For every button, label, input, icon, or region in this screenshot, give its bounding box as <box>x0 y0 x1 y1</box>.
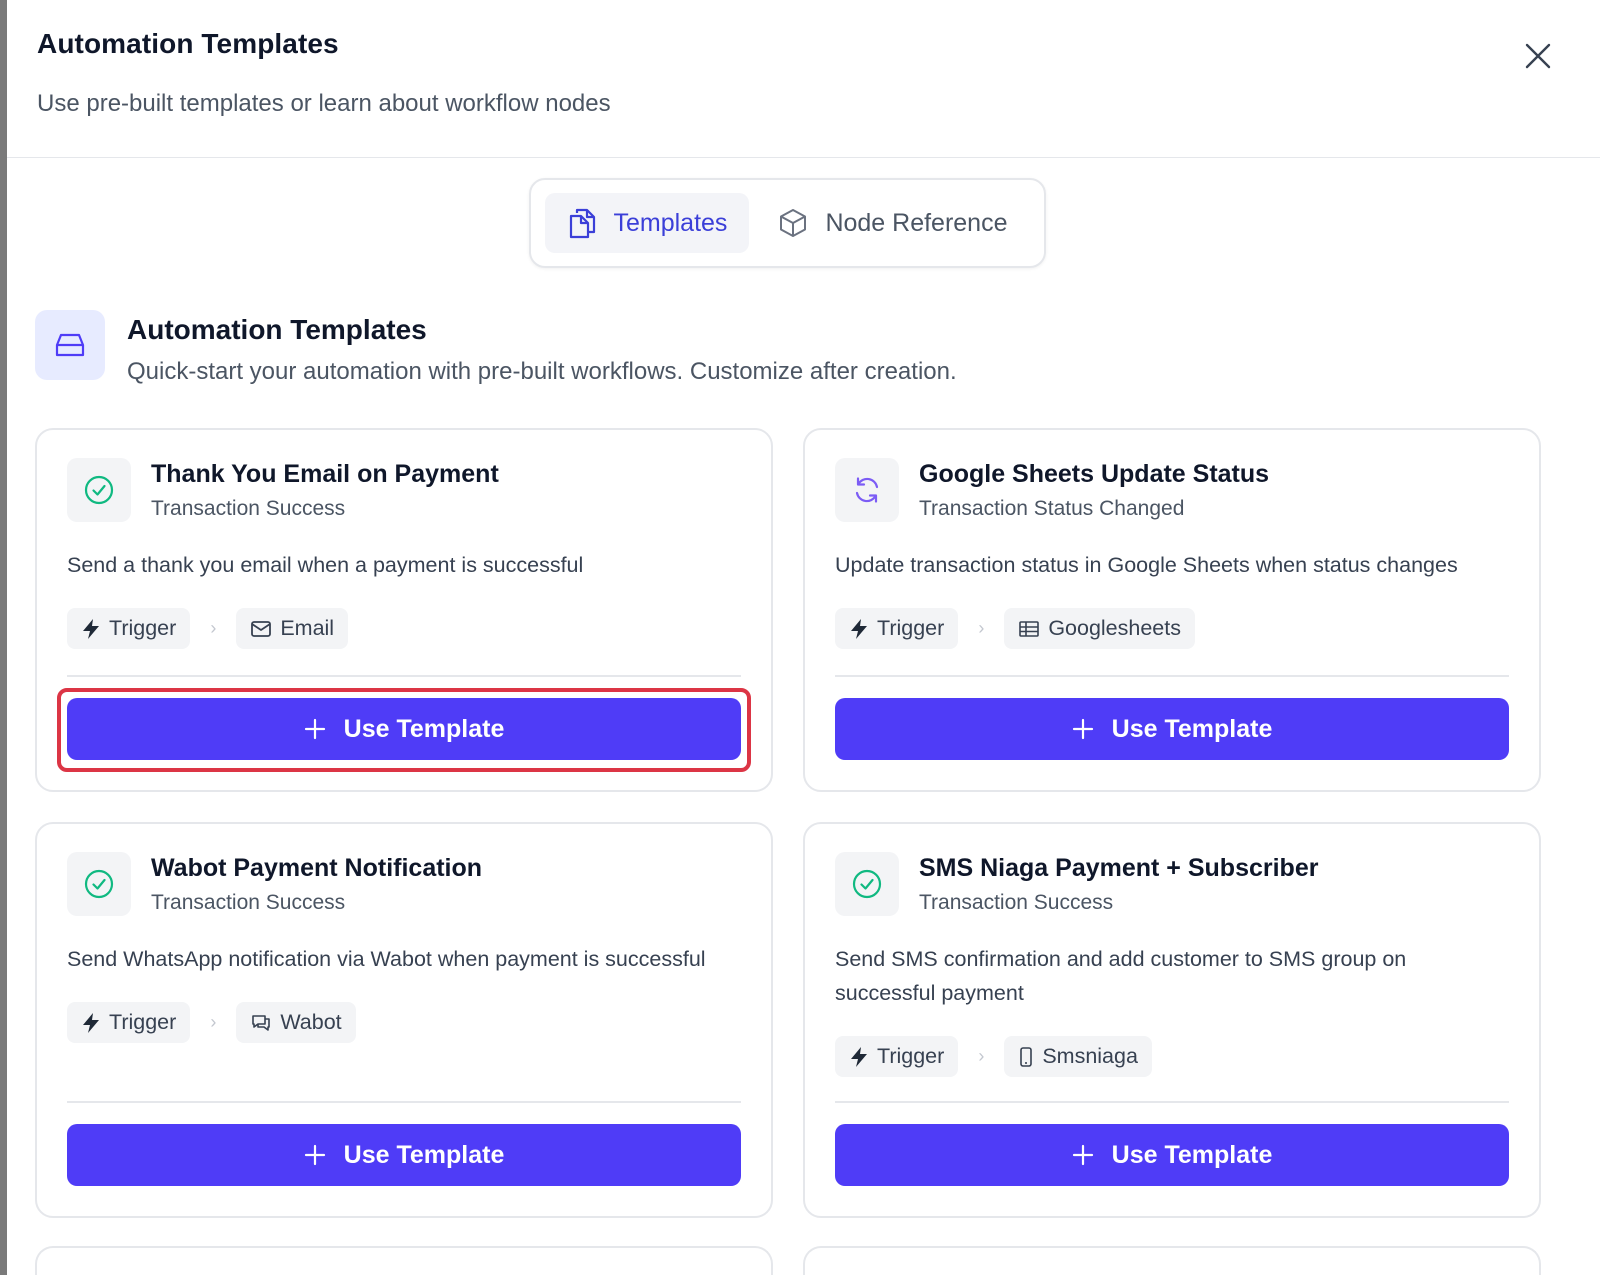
card-divider <box>835 675 1509 677</box>
check-circle-icon <box>84 869 114 899</box>
card-icon-box <box>835 852 899 916</box>
modal-title: Automation Templates <box>37 28 339 59</box>
automation-templates-modal: Automation Templates Use pre-built templ… <box>7 0 1600 1275</box>
background-window-edge <box>0 0 7 1275</box>
sheet-icon <box>1019 620 1040 637</box>
template-flow: Trigger › Googlesheets <box>835 608 1509 649</box>
template-description: Send a thank you email when a payment is… <box>67 553 584 577</box>
phone-icon <box>1020 1046 1033 1067</box>
template-grid: Thank You Email on Payment Transaction S… <box>35 428 1541 1218</box>
chip-wabot: Wabot <box>236 1002 356 1043</box>
chip-label: Trigger <box>877 1044 945 1068</box>
card-icon-box <box>67 852 131 916</box>
chat-icon <box>252 1014 271 1031</box>
card-icon-box <box>835 458 899 522</box>
template-description: Send SMS confirmation and add customer t… <box>835 947 1407 1005</box>
chevron-right-icon: › <box>210 1012 217 1032</box>
template-trigger-event: Transaction Success <box>151 497 346 520</box>
template-title: Thank You Email on Payment <box>151 460 499 488</box>
use-template-button[interactable]: Use Template <box>835 698 1509 760</box>
use-template-button[interactable]: Use Template <box>67 698 741 760</box>
template-trigger-event: Transaction Status Changed <box>919 497 1185 520</box>
modal-subtitle: Use pre-built templates or learn about w… <box>37 90 611 117</box>
section-icon-box <box>35 310 105 380</box>
bolt-icon <box>851 618 867 639</box>
plus-icon <box>304 718 325 740</box>
inbox-icon <box>55 333 85 357</box>
chip-label: Trigger <box>109 616 177 640</box>
card-icon-box <box>67 458 131 522</box>
section-title: Automation Templates <box>127 314 427 345</box>
chip-trigger: Trigger <box>835 608 959 649</box>
template-card-wabot: Wabot Payment Notification Transaction S… <box>35 822 773 1218</box>
next-row-cards-partial <box>35 1246 1541 1275</box>
chip-label: Email <box>280 616 335 640</box>
tab-node-reference-label: Node Reference <box>825 208 1008 237</box>
section-header: Automation Templates Quick-start your au… <box>35 310 1600 386</box>
bolt-icon <box>83 618 99 639</box>
plus-icon <box>304 1144 325 1166</box>
check-circle-icon <box>84 475 114 505</box>
chip-label: Trigger <box>109 1010 177 1034</box>
chip-trigger: Trigger <box>67 608 191 649</box>
template-trigger-event: Transaction Success <box>151 891 346 914</box>
use-template-button[interactable]: Use Template <box>835 1124 1509 1186</box>
template-card-partial <box>35 1246 773 1275</box>
card-divider <box>67 1101 741 1103</box>
chip-trigger: Trigger <box>835 1036 959 1077</box>
chip-email: Email <box>236 608 349 649</box>
template-flow: Trigger › Email <box>67 608 741 649</box>
chip-label: Trigger <box>877 616 945 640</box>
plus-icon <box>1072 718 1093 740</box>
tab-templates-label: Templates <box>613 208 728 237</box>
template-trigger-event: Transaction Success <box>919 891 1114 914</box>
card-divider <box>67 675 741 677</box>
template-flow: Trigger › Smsniaga <box>835 1036 1509 1077</box>
template-title: SMS Niaga Payment + Subscriber <box>919 854 1319 882</box>
close-button[interactable] <box>1520 38 1556 74</box>
cube-icon <box>780 209 807 237</box>
chip-smsniaga: Smsniaga <box>1004 1036 1152 1077</box>
use-template-label: Use Template <box>343 1140 505 1169</box>
section-description: Quick-start your automation with pre-bui… <box>127 358 957 385</box>
close-icon <box>1525 43 1551 69</box>
chip-trigger: Trigger <box>67 1002 191 1043</box>
template-flow: Trigger › Wabot <box>67 1002 741 1043</box>
use-template-label: Use Template <box>343 714 505 743</box>
template-title: Google Sheets Update Status <box>919 460 1270 488</box>
chip-label: Smsniaga <box>1042 1044 1138 1068</box>
template-title: Wabot Payment Notification <box>151 854 483 882</box>
tab-switcher: Templates Node Reference <box>529 178 1046 268</box>
modal-header: Automation Templates Use pre-built templ… <box>7 0 1600 158</box>
chip-googlesheets: Googlesheets <box>1004 608 1195 649</box>
template-card-thank-you-email: Thank You Email on Payment Transaction S… <box>35 428 773 792</box>
chevron-right-icon: › <box>978 618 985 638</box>
chip-label: Googlesheets <box>1048 616 1181 640</box>
tab-node-reference[interactable]: Node Reference <box>755 193 1029 253</box>
chevron-right-icon: › <box>978 1046 985 1066</box>
use-template-label: Use Template <box>1111 1140 1273 1169</box>
use-template-label: Use Template <box>1111 714 1273 743</box>
bolt-icon <box>83 1012 99 1033</box>
bolt-icon <box>851 1046 867 1067</box>
template-description: Update transaction status in Google Shee… <box>835 553 1458 577</box>
template-card-google-sheets: Google Sheets Update Status Transaction … <box>803 428 1541 792</box>
check-circle-icon <box>852 869 882 899</box>
template-description: Send WhatsApp notification via Wabot whe… <box>67 947 706 971</box>
refresh-icon <box>855 477 879 503</box>
template-card-sms-niaga: SMS Niaga Payment + Subscriber Transacti… <box>803 822 1541 1218</box>
copy-icon <box>570 208 596 239</box>
chip-label: Wabot <box>280 1010 342 1034</box>
chevron-right-icon: › <box>210 618 217 638</box>
card-divider <box>835 1101 1509 1103</box>
mail-icon <box>251 620 272 637</box>
template-card-partial <box>803 1246 1541 1275</box>
use-template-button[interactable]: Use Template <box>67 1124 741 1186</box>
plus-icon <box>1072 1144 1093 1166</box>
tab-templates[interactable]: Templates <box>545 193 750 253</box>
